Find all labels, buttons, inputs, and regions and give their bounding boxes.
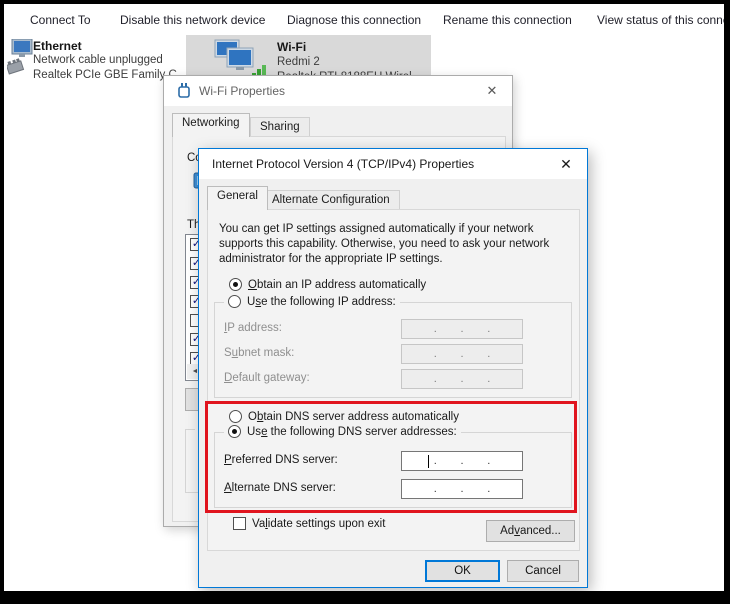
network-connections-window: Connect To Disable this network device D… — [4, 4, 724, 591]
toolbar-rename[interactable]: Rename this connection — [443, 13, 572, 27]
toolbar-diagnose[interactable]: Diagnose this connection — [287, 13, 421, 27]
ethernet-unplugged-icon — [7, 39, 33, 81]
ip-address-field: ... — [401, 319, 523, 339]
ipv4-dialog-titlebar[interactable]: Internet Protocol Version 4 (TCP/IPv4) P… — [199, 149, 587, 179]
ipv4-dialog-close-icon[interactable]: ✕ — [553, 152, 579, 176]
toolbar-connect-to[interactable]: Connect To — [30, 13, 91, 27]
ethernet-name: Ethernet — [33, 39, 82, 53]
wifi-dialog-titlebar[interactable]: Wi-Fi Properties ✕ — [164, 76, 512, 106]
ipv4-dialog-title: Internet Protocol Version 4 (TCP/IPv4) P… — [212, 157, 474, 171]
toolbar-view-status[interactable]: View status of this connection — [597, 13, 724, 27]
wifi-dialog-title: Wi-Fi Properties — [199, 84, 285, 98]
tab-sharing[interactable]: Sharing — [250, 117, 310, 137]
subnet-mask-label: Subnet mask: — [224, 347, 294, 359]
wifi-dialog-close-icon[interactable]: ✕ — [479, 79, 505, 103]
ok-button[interactable]: OK — [425, 560, 500, 582]
ip-address-label: IP address: — [224, 322, 282, 334]
ipv4-properties-dialog: Internet Protocol Version 4 (TCP/IPv4) P… — [198, 148, 588, 588]
radio-obtain-ip[interactable]: Obtain an IP address automatically — [229, 278, 426, 291]
ethernet-status: Network cable unplugged — [33, 54, 163, 66]
wifi-name: Wi-Fi — [277, 40, 306, 54]
radio-use-ip[interactable]: Use the following IP address: — [224, 295, 400, 308]
dns-highlight-box — [205, 401, 577, 513]
static-ip-groupbox: Use the following IP address: IP address… — [214, 302, 572, 398]
network-adapter-icon — [177, 83, 191, 99]
default-gateway-field: ... — [401, 369, 523, 389]
wifi-network: Redmi 2 — [277, 56, 320, 68]
advanced-button[interactable]: Advanced... — [486, 520, 575, 542]
default-gateway-label: Default gateway: — [224, 372, 310, 384]
radio-selected-icon — [229, 278, 242, 291]
subnet-mask-field: ... — [401, 344, 523, 364]
tab-alternate-configuration[interactable]: Alternate Configuration — [262, 190, 400, 210]
tab-networking[interactable]: Networking — [172, 113, 250, 137]
ipv4-intro-text: You can get IP settings assigned automat… — [219, 222, 571, 267]
toolbar-disable-device[interactable]: Disable this network device — [120, 13, 265, 27]
validate-settings-checkbox[interactable]: Validate settings upon exit — [233, 517, 385, 530]
screenshot-root: { "colors": { "accent_blue": "#0078d7", … — [0, 0, 730, 604]
cancel-button[interactable]: Cancel — [507, 560, 579, 582]
tab-general[interactable]: General — [207, 186, 268, 210]
radio-unselected-icon — [228, 295, 241, 308]
checkbox-unchecked-icon — [233, 517, 246, 530]
